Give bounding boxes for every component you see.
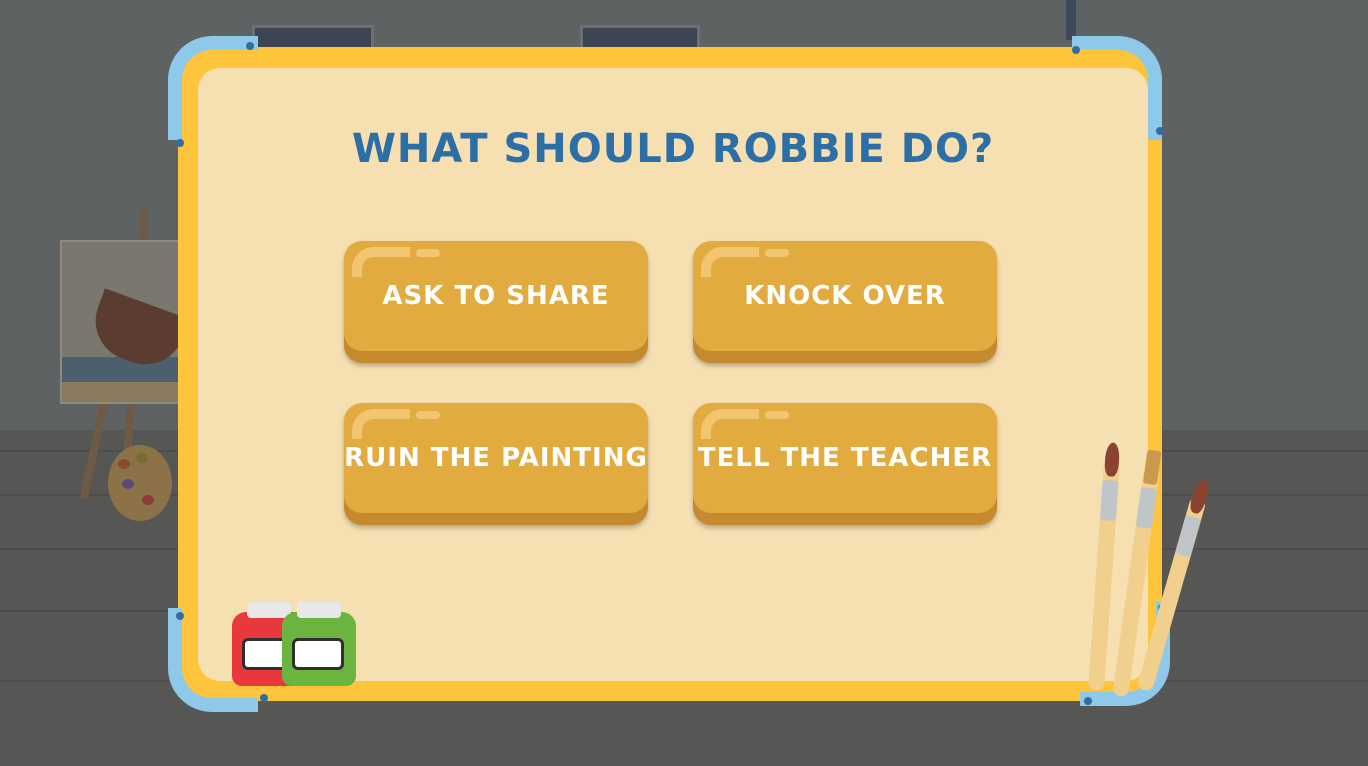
corner-guard — [1072, 36, 1162, 140]
corner-guard — [168, 36, 258, 140]
choice-label: RUIN THE PAINTING — [344, 443, 648, 473]
choice-label: TELL THE TEACHER — [697, 443, 993, 473]
choice-ruin-the-painting-button[interactable]: RUIN THE PAINTING — [344, 403, 648, 525]
wall-pole — [1066, 0, 1076, 40]
choice-label: KNOCK OVER — [744, 281, 946, 311]
rivet — [176, 612, 184, 620]
choice-ask-to-share-button[interactable]: ASK TO SHARE — [344, 241, 648, 363]
choice-knock-over-button[interactable]: KNOCK OVER — [693, 241, 997, 363]
rivet — [246, 42, 254, 50]
rivet — [176, 139, 184, 147]
rivet — [260, 694, 268, 702]
paint-palette-icon — [108, 445, 172, 521]
question-title: WHAT SHOULD ROBBIE DO? — [351, 126, 995, 172]
green-paint-jar-icon — [282, 602, 356, 686]
rivet — [1084, 697, 1092, 705]
choice-tell-the-teacher-button[interactable]: TELL THE TEACHER — [693, 403, 997, 525]
rivet — [1156, 127, 1164, 135]
easel-painting — [60, 240, 194, 404]
choice-label: ASK TO SHARE — [382, 281, 610, 311]
rivet — [1072, 46, 1080, 54]
